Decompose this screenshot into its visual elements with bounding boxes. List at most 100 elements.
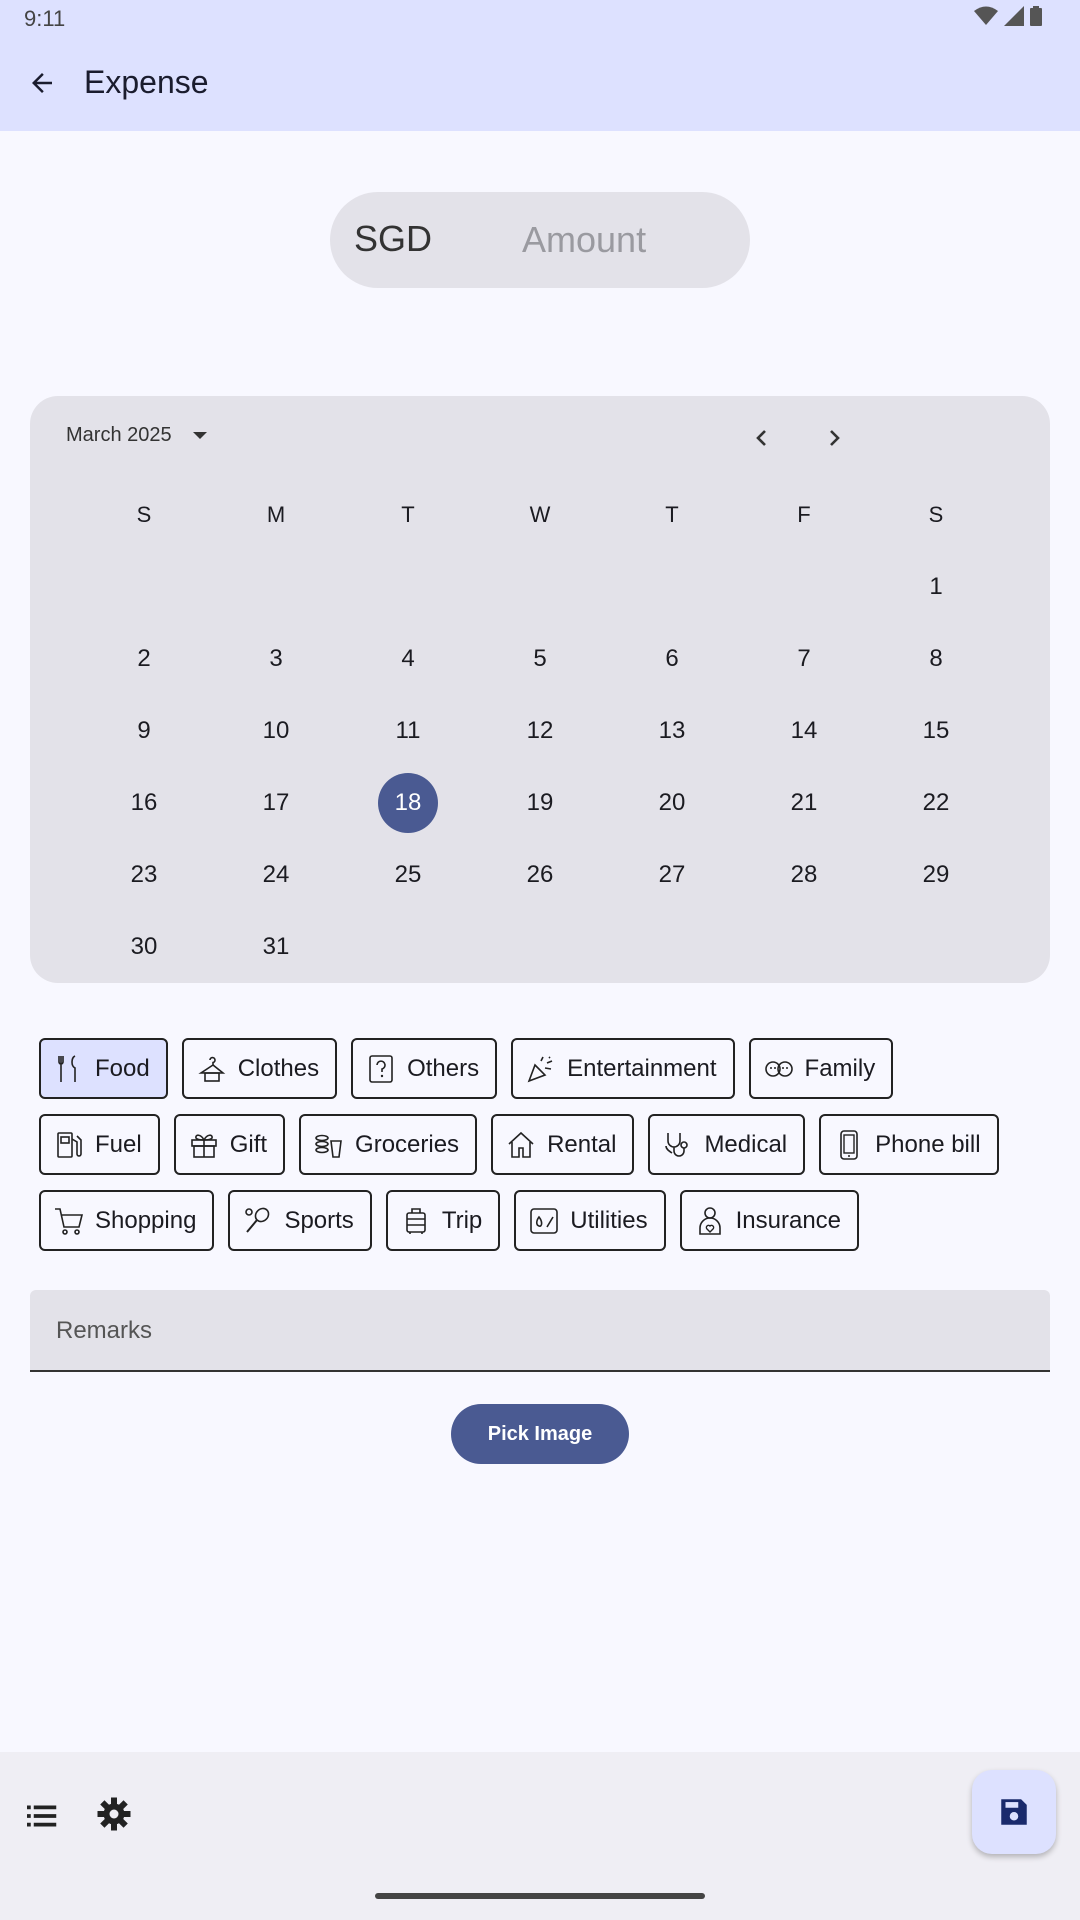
calendar-day[interactable]: 28 [774, 845, 834, 905]
calendar-day[interactable]: 6 [642, 629, 702, 689]
save-button[interactable] [972, 1770, 1056, 1854]
cart-icon [55, 1207, 84, 1235]
chip-label: Utilities [570, 1206, 648, 1234]
calendar-day[interactable]: 12 [510, 701, 570, 761]
category-chip-phone-bill[interactable]: Phone bill [819, 1114, 999, 1175]
category-chip-others[interactable]: Others [351, 1038, 498, 1099]
chip-label: Shopping [95, 1206, 197, 1234]
category-chip-groceries[interactable]: Groceries [299, 1114, 478, 1175]
category-chip-fuel[interactable]: Fuel [39, 1114, 160, 1175]
weekday-label: W [529, 502, 551, 527]
category-chip-shopping[interactable]: Shopping [39, 1190, 215, 1251]
calendar-day[interactable]: 19 [510, 773, 570, 833]
calendar-day[interactable]: 31 [246, 917, 306, 977]
status-time: 9:11 [24, 6, 66, 31]
status-bar: 9:11 [0, 0, 1080, 36]
date-picker: March 2025 S M T W T F S 1 2 3 4 5 6 7 8 9 10 11 12 13 14 15 1… [30, 396, 1050, 983]
weekday-label: T [401, 502, 415, 527]
pick-image-button[interactable]: Pick Image [451, 1404, 629, 1464]
chip-label: Trip [441, 1206, 483, 1234]
category-chip-clothes[interactable]: Clothes [181, 1038, 338, 1099]
category-chip-gift[interactable]: Gift [173, 1114, 286, 1175]
groceries-icon [315, 1134, 342, 1158]
calendar-day[interactable]: 17 [246, 773, 306, 833]
calendar-day[interactable]: 30 [114, 917, 174, 977]
remarks-input[interactable] [54, 1310, 1018, 1352]
wifi-icon [974, 6, 998, 25]
fuel-pump-icon [57, 1131, 82, 1158]
calendar-day[interactable]: 2 [114, 629, 174, 689]
amount-field: SGD [330, 192, 750, 288]
calendar-day[interactable]: 1 [906, 557, 966, 617]
calendar-day[interactable]: 26 [510, 845, 570, 905]
calendar-day[interactable]: 7 [774, 629, 834, 689]
battery-icon [1030, 6, 1042, 26]
gear-icon[interactable] [96, 1796, 132, 1832]
insurance-icon [698, 1206, 721, 1235]
category-chip-rental[interactable]: Rental [491, 1114, 635, 1175]
back-button[interactable] [24, 65, 60, 101]
category-chip-utilities[interactable]: Utilities [514, 1190, 666, 1251]
calendar-day[interactable]: 9 [114, 701, 174, 761]
party-popper-icon [527, 1055, 553, 1082]
dropdown-arrow-icon [192, 431, 207, 439]
calendar-day[interactable]: 10 [246, 701, 306, 761]
chip-label: Clothes [237, 1054, 320, 1082]
calendar-day[interactable]: 24 [246, 845, 306, 905]
calendar-day[interactable]: 4 [378, 629, 438, 689]
calendar-day[interactable]: 23 [114, 845, 174, 905]
calendar-day[interactable]: 3 [246, 629, 306, 689]
weekday-label: S [136, 502, 152, 527]
category-chip-medical[interactable]: Medical [648, 1114, 806, 1175]
chip-label: Insurance [735, 1206, 842, 1234]
calendar-day[interactable]: 22 [906, 773, 966, 833]
system-icons [974, 6, 1042, 26]
chip-label: Gift [229, 1130, 268, 1158]
calendar-day[interactable]: 5 [510, 629, 570, 689]
calendar-day[interactable]: 29 [906, 845, 966, 905]
chevron-right-icon [830, 430, 840, 446]
category-chip-food[interactable]: Food [39, 1038, 168, 1099]
month-selector[interactable]: March 2025 [66, 424, 210, 447]
calendar-day-selected[interactable]: 18 [378, 773, 438, 833]
chip-label: Food [95, 1054, 150, 1082]
weekday-label: F [797, 502, 811, 527]
calendar-day[interactable]: 8 [906, 629, 966, 689]
chip-label: Fuel [95, 1130, 142, 1158]
chevron-left-icon [756, 430, 766, 446]
next-month-button[interactable] [814, 418, 854, 458]
calendar-day[interactable]: 16 [114, 773, 174, 833]
amount-input[interactable] [520, 210, 724, 270]
currency-label[interactable]: SGD [354, 218, 432, 260]
category-chip-trip[interactable]: Trip [385, 1190, 501, 1251]
calendar-day[interactable]: 21 [774, 773, 834, 833]
fork-knife-icon [58, 1054, 76, 1082]
racket-icon [245, 1207, 270, 1233]
stethoscope-icon [665, 1132, 689, 1157]
calendar-day[interactable]: 20 [642, 773, 702, 833]
hanger-icon [198, 1056, 225, 1082]
calendar-day[interactable]: 15 [906, 701, 966, 761]
category-chip-family[interactable]: Family [748, 1038, 894, 1099]
chip-label: Phone bill [875, 1130, 981, 1158]
home-indicator[interactable] [375, 1893, 705, 1899]
page-title: Expense [84, 64, 209, 100]
category-chip-insurance[interactable]: Insurance [679, 1190, 860, 1251]
chip-label: Sports [284, 1206, 354, 1234]
chip-row: Shopping Sports Trip Utilities Insurance [39, 1190, 1049, 1251]
remarks-field [30, 1290, 1050, 1372]
weekday-label: T [665, 502, 679, 527]
house-icon [508, 1131, 534, 1158]
save-icon [1001, 1799, 1027, 1825]
calendar-day[interactable]: 13 [642, 701, 702, 761]
list-icon[interactable] [24, 1798, 60, 1834]
category-chip-entertainment[interactable]: Entertainment [511, 1038, 735, 1099]
category-chip-sports[interactable]: Sports [228, 1190, 372, 1251]
calendar-day[interactable]: 27 [642, 845, 702, 905]
calendar-day[interactable]: 14 [774, 701, 834, 761]
calendar-day[interactable]: 11 [378, 701, 438, 761]
previous-month-button[interactable] [742, 418, 782, 458]
calendar-day[interactable]: 25 [378, 845, 438, 905]
luggage-icon [406, 1207, 426, 1234]
chip-row: Fuel Gift Groceries Rental Medical Phone bill [39, 1114, 1049, 1175]
